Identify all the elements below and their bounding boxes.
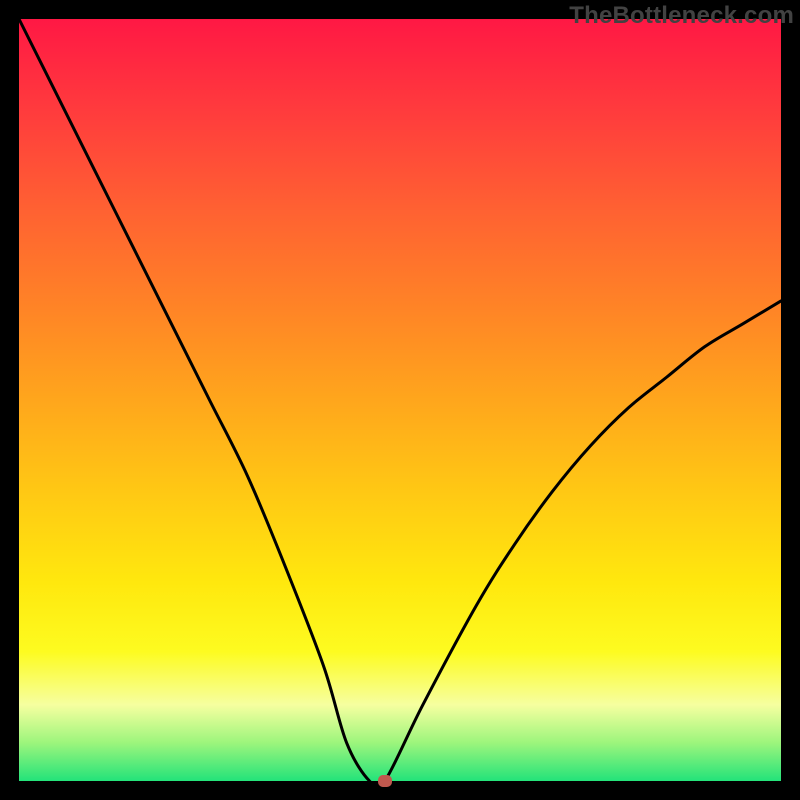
- plot-area: [19, 19, 781, 781]
- watermark-text: TheBottleneck.com: [569, 2, 794, 30]
- optimal-point-marker: [378, 775, 392, 787]
- bottleneck-curve: [19, 19, 781, 781]
- chart-frame: TheBottleneck.com: [0, 0, 800, 800]
